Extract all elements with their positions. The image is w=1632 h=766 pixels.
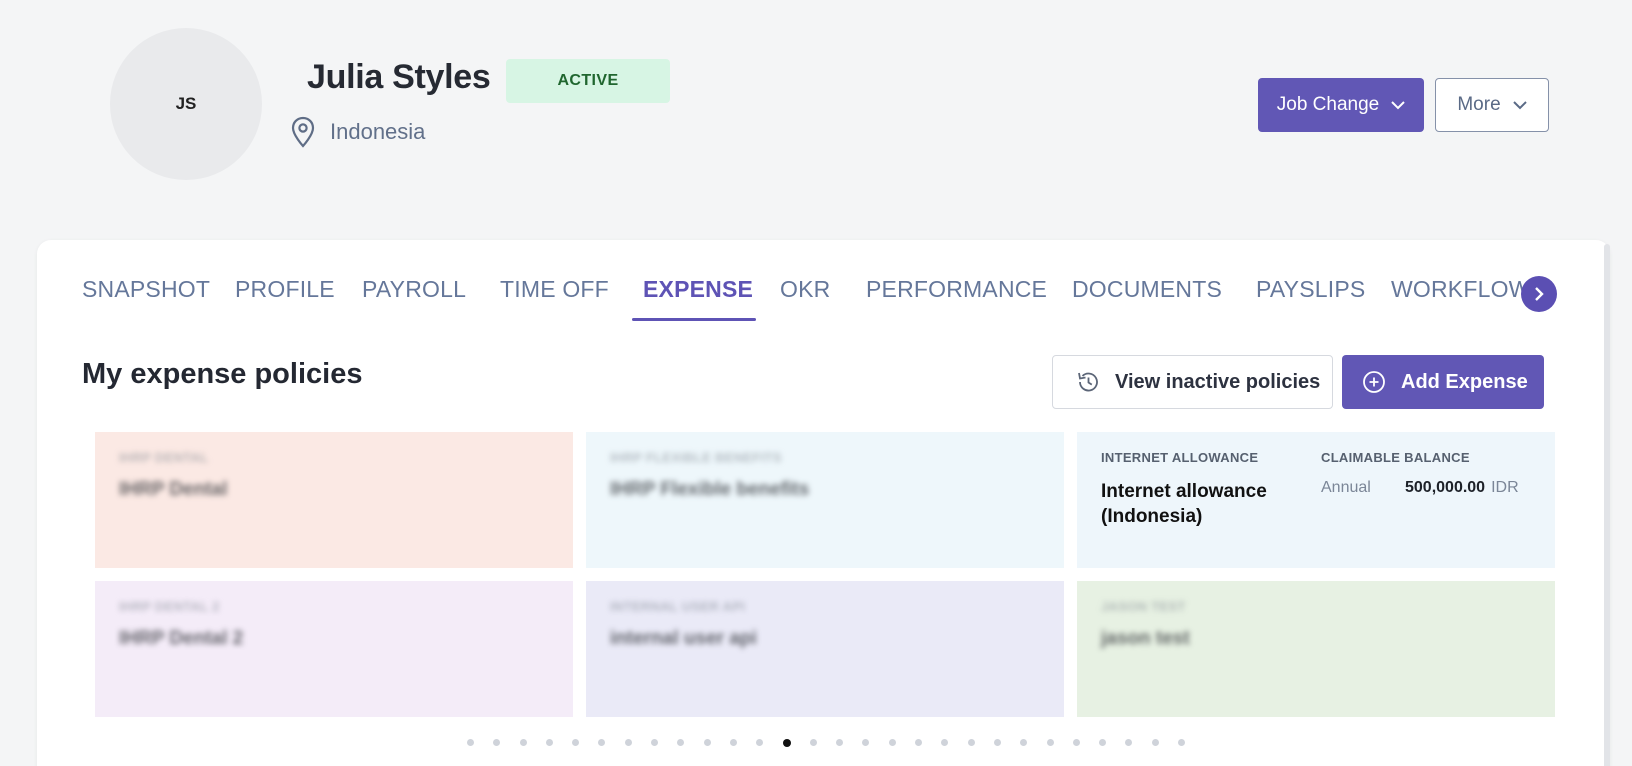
pagination-dot[interactable]	[624, 739, 632, 746]
carousel-pagination	[467, 739, 1204, 751]
policy-card-ihrp-dental-2[interactable]: IHRP DENTAL 2 IHRP Dental 2	[95, 581, 573, 717]
policy-category: JASON TEST	[1101, 599, 1186, 614]
add-expense-label: Add Expense	[1401, 370, 1528, 393]
policy-name: internal user api	[610, 628, 757, 649]
pagination-dot[interactable]	[1178, 739, 1186, 746]
employee-name: Julia Styles	[307, 58, 491, 96]
pagination-dot[interactable]	[888, 739, 896, 746]
policy-category: INTERNAL USER API	[610, 599, 746, 614]
pagination-dot[interactable]	[1046, 739, 1054, 746]
tab-okr[interactable]: OKR	[780, 276, 830, 303]
pagination-dot[interactable]	[545, 739, 553, 746]
balance-period: Annual	[1321, 479, 1371, 496]
policy-card-jason-test[interactable]: JASON TEST jason test	[1077, 581, 1555, 717]
history-icon	[1078, 372, 1098, 392]
chevron-down-icon	[1391, 100, 1405, 109]
pagination-dot[interactable]	[1125, 739, 1133, 746]
avatar-initials: JS	[175, 94, 197, 113]
policy-name: IHRP Dental	[119, 479, 228, 500]
tab-bar: SNAPSHOT PROFILE PAYROLL TIME OFF EXPENS…	[82, 276, 1566, 322]
job-change-button[interactable]: Job Change	[1258, 78, 1424, 132]
add-expense-button[interactable]: Add Expense	[1342, 355, 1544, 409]
chevron-right-icon	[1535, 287, 1544, 301]
tab-profile[interactable]: PROFILE	[235, 276, 335, 303]
pagination-dot[interactable]	[809, 739, 817, 746]
pagination-dot[interactable]	[572, 739, 580, 746]
active-tab-indicator	[632, 318, 756, 321]
pagination-dot[interactable]	[1099, 739, 1107, 746]
pagination-dot[interactable]	[703, 739, 711, 746]
pagination-dot[interactable]	[729, 739, 737, 746]
tab-documents[interactable]: DOCUMENTS	[1072, 276, 1222, 303]
pagination-dot[interactable]	[1020, 739, 1028, 746]
policy-category: IHRP FLEXIBLE BENEFITS	[610, 450, 782, 465]
claimable-balance-label: CLAIMABLE BALANCE	[1321, 450, 1470, 465]
avatar: JS	[110, 28, 262, 180]
policy-card-ihrp-dental[interactable]: IHRP DENTAL IHRP Dental	[95, 432, 573, 568]
policy-category: IHRP DENTAL	[119, 450, 209, 465]
policy-card-internet-allowance[interactable]: INTERNET ALLOWANCE Internet allowance (I…	[1077, 432, 1555, 568]
plus-circle-icon	[1363, 371, 1385, 393]
location-label: Indonesia	[330, 119, 426, 144]
pagination-dot-active[interactable]	[782, 739, 791, 747]
chevron-down-icon	[1512, 100, 1527, 109]
policy-name: Internet allowance (Indonesia)	[1101, 481, 1267, 527]
policy-name: IHRP Dental 2	[119, 628, 244, 649]
tab-payroll[interactable]: PAYROLL	[362, 276, 466, 303]
employee-detail-card: SNAPSHOT PROFILE PAYROLL TIME OFF EXPENS…	[37, 240, 1610, 766]
pagination-dot[interactable]	[993, 739, 1001, 746]
more-label: More	[1457, 94, 1501, 115]
job-change-label: Job Change	[1276, 94, 1380, 115]
location-pin-icon	[291, 116, 315, 148]
card-scrollbar[interactable]	[1604, 244, 1610, 766]
pagination-dot[interactable]	[1072, 739, 1080, 746]
balance-row: Annual 500,000.00 IDR	[1321, 479, 1551, 497]
view-inactive-label: View inactive policies	[1115, 370, 1321, 393]
tabs-scroll-right-button[interactable]	[1521, 276, 1557, 312]
tab-snapshot[interactable]: SNAPSHOT	[82, 276, 210, 303]
tab-workflow[interactable]: WORKFLOW	[1391, 276, 1531, 303]
policy-category: INTERNET ALLOWANCE	[1101, 450, 1259, 465]
pagination-dot[interactable]	[967, 739, 975, 746]
more-button[interactable]: More	[1435, 78, 1549, 132]
employee-location: Indonesia	[290, 116, 425, 148]
tab-expense[interactable]: EXPENSE	[643, 276, 753, 303]
policy-card-internal-user-api[interactable]: INTERNAL USER API internal user api	[586, 581, 1064, 717]
pagination-dot[interactable]	[677, 739, 685, 746]
pagination-dot[interactable]	[836, 739, 844, 746]
policy-category: IHRP DENTAL 2	[119, 599, 220, 614]
pagination-dot[interactable]	[1151, 739, 1159, 746]
pagination-dot[interactable]	[598, 739, 606, 746]
view-inactive-policies-button[interactable]: View inactive policies	[1052, 355, 1333, 409]
policy-name: IHRP Flexible benefits	[610, 479, 810, 500]
tab-payslips[interactable]: PAYSLIPS	[1256, 276, 1365, 303]
policy-name: jason test	[1101, 628, 1190, 649]
tab-performance[interactable]: PERFORMANCE	[866, 276, 1047, 303]
pagination-dot[interactable]	[651, 739, 659, 746]
pagination-dot[interactable]	[467, 739, 474, 746]
pagination-dot[interactable]	[915, 739, 923, 746]
tab-time-off[interactable]: TIME OFF	[500, 276, 609, 303]
balance-currency: IDR	[1491, 479, 1519, 496]
pagination-dot[interactable]	[941, 739, 949, 746]
section-title: My expense policies	[82, 358, 363, 390]
pagination-dot[interactable]	[862, 739, 870, 746]
pagination-dot[interactable]	[493, 739, 501, 746]
pagination-dot[interactable]	[519, 739, 527, 746]
status-badge: ACTIVE	[506, 59, 670, 103]
policy-card-ihrp-flexible-benefits[interactable]: IHRP FLEXIBLE BENEFITS IHRP Flexible ben…	[586, 432, 1064, 568]
balance-amount: 500,000.00	[1405, 479, 1486, 496]
pagination-dot[interactable]	[756, 739, 764, 746]
